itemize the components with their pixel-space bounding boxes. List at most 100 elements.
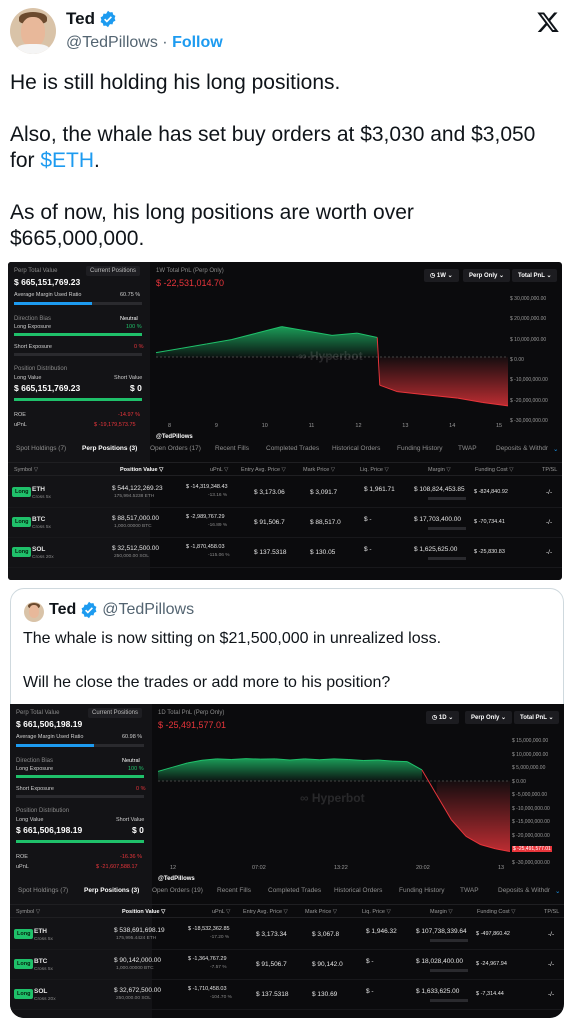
pnl-line-segment: [333, 758, 349, 760]
tab-item[interactable]: Open Orders (19): [152, 887, 203, 894]
column-header[interactable]: TP/SL: [542, 467, 557, 473]
leverage: Cross 5x: [34, 967, 53, 972]
long-value-bar: [16, 840, 144, 843]
column-header[interactable]: Symbol ▽: [14, 467, 38, 473]
x-logo-icon[interactable]: [536, 10, 560, 34]
column-header[interactable]: Mark Price ▽: [305, 909, 337, 915]
column-header[interactable]: Funding Cost ▽: [475, 467, 513, 473]
tab-item[interactable]: Perp Positions (3): [82, 445, 137, 452]
tab-item[interactable]: Recent Fills: [215, 445, 249, 452]
short-exposure-value: 0 %: [136, 786, 146, 792]
range-button[interactable]: ◷ 1D ⌄: [426, 711, 460, 724]
tab-item[interactable]: TWAP: [460, 887, 479, 894]
table-row[interactable]: Long BTC Cross 5x $ 88,517,000.00 1,000.0000…: [8, 508, 562, 538]
quote-author-handle: @TedPillows: [102, 601, 195, 618]
author-avatar[interactable]: [10, 8, 56, 54]
tab-item[interactable]: Completed Trades: [266, 445, 319, 452]
entry-price: $ 137.5318: [256, 991, 289, 998]
column-header[interactable]: Margin ▽: [430, 909, 453, 915]
symbol[interactable]: ETH: [32, 486, 45, 493]
perp-total-label: Perp Total Value: [14, 268, 58, 274]
column-header[interactable]: Entry Avg. Price ▽: [241, 467, 286, 473]
column-header[interactable]: Entry Avg. Price ▽: [243, 909, 288, 915]
column-header[interactable]: Position Value ▽: [122, 909, 165, 915]
tab-item[interactable]: Recent Fills: [217, 887, 251, 894]
eth-cashtag-link[interactable]: $ETH: [40, 149, 94, 172]
tab-item[interactable]: Historical Orders: [334, 887, 382, 894]
column-header[interactable]: uPnL ▽: [210, 467, 228, 473]
tpsl-value[interactable]: -/-: [548, 991, 554, 998]
author-name-row[interactable]: Ted: [66, 9, 117, 29]
column-header[interactable]: Symbol ▽: [16, 909, 40, 915]
liquidation-price: $ -: [366, 958, 374, 965]
perp-total-value: $ 661,506,198.19: [16, 719, 83, 729]
symbol[interactable]: BTC: [32, 516, 45, 523]
position-size: 175,995.4424 ETH: [116, 936, 157, 941]
long-exposure-label: Long Exposure: [16, 766, 53, 772]
long-exposure-value: 100 %: [126, 324, 142, 330]
upnl-value: $ -1,870,458.03: [186, 544, 225, 550]
table-row[interactable]: Long BTC Cross 5x $ 90,142,000.00 1,000.0000…: [10, 950, 564, 980]
leverage: Cross 5x: [34, 937, 53, 942]
symbol[interactable]: SOL: [34, 988, 47, 995]
tab-item[interactable]: Historical Orders: [332, 445, 380, 452]
column-header[interactable]: Position Value ▽: [120, 467, 163, 473]
margin-ratio-bar: [16, 744, 144, 747]
table-row[interactable]: Long ETH Cross 5x $ 538,691,698.19 175,995.4…: [10, 920, 564, 950]
table-row[interactable]: Long SOL Cross 20x $ 32,672,500.00 250,000.0…: [10, 980, 564, 1010]
tpsl-value[interactable]: -/-: [548, 961, 554, 968]
column-header[interactable]: Liq. Price ▽: [360, 467, 389, 473]
tab-item[interactable]: Spot Holdings (7): [16, 445, 66, 452]
column-header[interactable]: Funding Cost ▽: [477, 909, 515, 915]
total-pnl-button[interactable]: Total PnL ⌄: [514, 711, 560, 724]
table-row[interactable]: Long ETH Cross 5x $ 544,122,269.23 175,994.5…: [8, 478, 562, 508]
perp-only-button[interactable]: Perp Only ⌄: [465, 711, 513, 724]
current-positions-chip[interactable]: Current Positions: [88, 708, 143, 718]
y-tick-label: $ -5,000,000.00: [512, 792, 548, 799]
tab-item[interactable]: Deposits & Withdr: [498, 887, 550, 894]
tab-item[interactable]: Open Orders (17): [150, 445, 201, 452]
table-row[interactable]: Long SOL Cross 20x $ 32,512,500.00 250,000.0…: [8, 538, 562, 568]
tab-item[interactable]: Funding History: [397, 445, 443, 452]
perp-only-button[interactable]: Perp Only ⌄: [463, 269, 511, 282]
short-value-label: Short Value: [114, 375, 143, 381]
follow-button[interactable]: Follow: [172, 34, 223, 51]
current-positions-chip[interactable]: Current Positions: [86, 266, 141, 276]
tpsl-value[interactable]: -/-: [546, 519, 552, 526]
column-header[interactable]: Liq. Price ▽: [362, 909, 391, 915]
tab-item[interactable]: Completed Trades: [268, 887, 321, 894]
long-value-label: Long Value: [16, 817, 44, 823]
total-pnl-button[interactable]: Total PnL ⌄: [512, 269, 558, 282]
position-value: $ 32,672,500.00: [114, 987, 161, 994]
range-button[interactable]: ◷ 1W ⌄: [424, 269, 459, 282]
tab-item[interactable]: TWAP: [458, 445, 477, 452]
symbol[interactable]: BTC: [34, 958, 47, 965]
short-value: $ 0: [132, 825, 144, 835]
column-header[interactable]: Mark Price ▽: [303, 467, 335, 473]
dashboard-image-1[interactable]: Perp Total Value Current Positions $ 665,1…: [8, 262, 562, 580]
tab-item[interactable]: Funding History: [399, 887, 445, 894]
tpsl-value[interactable]: -/-: [546, 489, 552, 496]
long-value: $ 661,506,198.19: [16, 825, 83, 835]
short-exposure-value: 0 %: [134, 344, 144, 350]
symbol[interactable]: SOL: [32, 546, 45, 553]
column-header[interactable]: uPnL ▽: [212, 909, 230, 915]
tabs-more-chevron-icon[interactable]: ⌄: [555, 887, 560, 895]
positive-pnl-area: [158, 758, 422, 782]
column-header[interactable]: TP/SL: [544, 909, 559, 915]
tabs-more-chevron-icon[interactable]: ⌄: [553, 445, 558, 453]
tab-item[interactable]: Perp Positions (3): [84, 887, 139, 894]
y-tick-label: $ -20,000,000.00: [510, 397, 548, 404]
tab-item[interactable]: Spot Holdings (7): [18, 887, 68, 894]
tpsl-value[interactable]: -/-: [548, 931, 554, 938]
author-handle[interactable]: @TedPillows: [66, 34, 158, 51]
dashboard-image-2[interactable]: Perp Total Value Current Positions $ 661,5…: [10, 704, 564, 1018]
y-tick-label: $ -30,000,000.00: [512, 860, 550, 866]
tpsl-value[interactable]: -/-: [546, 549, 552, 556]
entry-price: $ 3,173.06: [254, 489, 285, 496]
roe-label: ROE: [14, 412, 26, 418]
tab-item[interactable]: Deposits & Withdr: [496, 445, 548, 452]
author-name[interactable]: Ted: [66, 9, 95, 29]
column-header[interactable]: Margin ▽: [428, 467, 451, 473]
symbol[interactable]: ETH: [34, 928, 47, 935]
